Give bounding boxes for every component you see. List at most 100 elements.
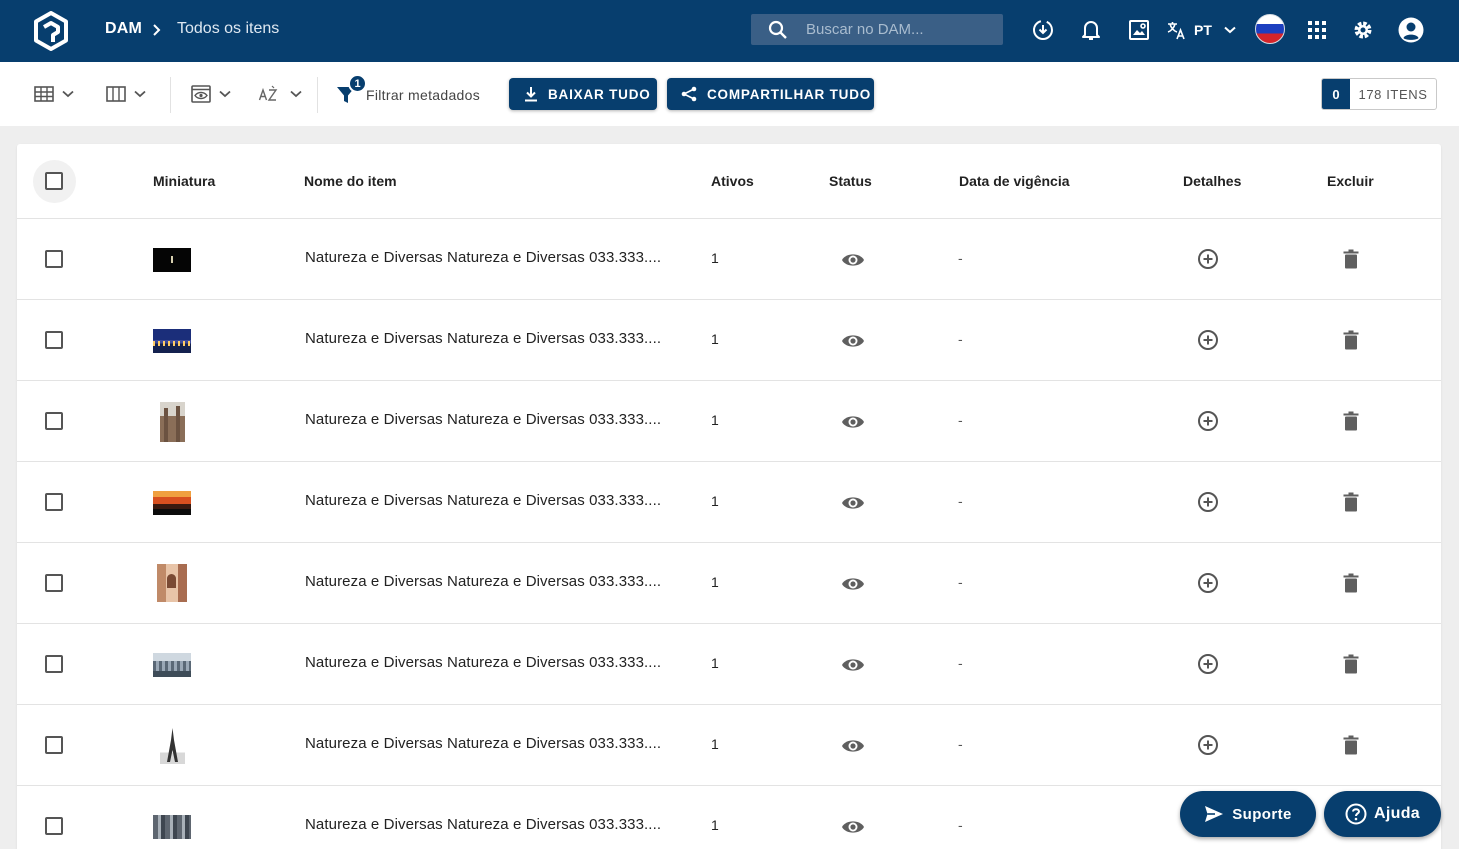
search-icon — [768, 20, 787, 39]
table-row[interactable]: Natureza e Diversas Natureza e Diversas … — [17, 381, 1441, 462]
settings-button[interactable] — [1350, 17, 1376, 43]
item-name[interactable]: Natureza e Diversas Natureza e Diversas … — [305, 330, 661, 347]
eye-icon[interactable] — [841, 653, 865, 677]
filter-label: Filtrar metadados — [366, 87, 481, 103]
item-thumbnail[interactable] — [157, 564, 187, 602]
eye-icon[interactable] — [841, 734, 865, 758]
view-mode-select[interactable] — [34, 83, 74, 105]
trash-icon[interactable] — [1340, 491, 1362, 513]
item-thumbnail[interactable] — [153, 491, 191, 515]
eye-icon[interactable] — [841, 329, 865, 353]
columns-icon — [106, 86, 126, 102]
breadcrumb-root[interactable]: DAM — [105, 20, 142, 38]
sort-select[interactable] — [258, 83, 302, 105]
total-items: 178 ITENS — [1358, 86, 1428, 102]
item-thumbnail[interactable] — [153, 653, 191, 677]
eye-icon[interactable] — [841, 248, 865, 272]
eye-icon[interactable] — [841, 815, 865, 839]
trash-icon[interactable] — [1340, 734, 1362, 756]
image-search-button[interactable] — [1126, 17, 1152, 43]
details-plus-icon[interactable] — [1197, 572, 1219, 594]
logo-icon[interactable] — [33, 11, 69, 51]
item-name[interactable]: Natureza e Diversas Natureza e Diversas … — [305, 816, 661, 833]
trash-icon[interactable] — [1340, 653, 1362, 675]
row-checkbox[interactable] — [45, 817, 63, 835]
item-name[interactable]: Natureza e Diversas Natureza e Diversas … — [305, 654, 661, 671]
help-icon — [1345, 803, 1367, 825]
toolbar-divider — [317, 77, 318, 113]
app-bar: DAM Todos os itens PT — [0, 0, 1459, 62]
language-selector[interactable]: PT — [1166, 18, 1236, 42]
sort-az-icon — [258, 85, 278, 101]
item-thumbnail[interactable] — [153, 248, 191, 272]
details-plus-icon[interactable] — [1197, 248, 1219, 270]
download-all-button[interactable]: BAIXAR TUDO — [509, 78, 657, 110]
item-thumbnail[interactable] — [153, 329, 191, 353]
trash-icon[interactable] — [1340, 572, 1362, 594]
search-input[interactable] — [806, 14, 996, 45]
chevron-down-icon — [219, 90, 231, 98]
eye-icon[interactable] — [841, 491, 865, 515]
details-plus-icon[interactable] — [1197, 734, 1219, 756]
help-button[interactable]: Ajuda — [1324, 791, 1441, 837]
row-checkbox[interactable] — [45, 250, 63, 268]
item-assets-count: 1 — [711, 574, 719, 590]
support-button[interactable]: Suporte — [1180, 791, 1316, 837]
row-checkbox[interactable] — [45, 493, 63, 511]
item-name[interactable]: Natureza e Diversas Natureza e Diversas … — [305, 411, 661, 428]
table-row[interactable]: Natureza e Diversas Natureza e Diversas … — [17, 624, 1441, 705]
column-name[interactable]: Nome do item — [304, 173, 397, 189]
item-thumbnail[interactable] — [153, 815, 191, 839]
table-row[interactable]: Natureza e Diversas Natureza e Diversas … — [17, 705, 1441, 786]
visibility-select[interactable] — [191, 83, 231, 105]
column-thumbnail: Miniatura — [153, 173, 216, 189]
item-name[interactable]: Natureza e Diversas Natureza e Diversas … — [305, 249, 661, 266]
item-thumbnail[interactable] — [160, 402, 185, 442]
eye-icon[interactable] — [841, 410, 865, 434]
notifications-button[interactable] — [1078, 17, 1104, 43]
trash-icon[interactable] — [1340, 329, 1362, 351]
table-row[interactable]: Natureza e Diversas Natureza e Diversas … — [17, 300, 1441, 381]
column-status[interactable]: Status — [829, 173, 872, 189]
row-checkbox[interactable] — [45, 331, 63, 349]
download-all-label: BAIXAR TUDO — [548, 86, 651, 102]
item-name[interactable]: Natureza e Diversas Natureza e Diversas … — [305, 492, 661, 509]
gear-icon — [1354, 21, 1372, 39]
table-row[interactable]: Natureza e Diversas Natureza e Diversas … — [17, 462, 1441, 543]
details-plus-icon[interactable] — [1197, 410, 1219, 432]
apps-button[interactable] — [1304, 17, 1330, 43]
table-view-icon — [34, 86, 54, 102]
details-plus-icon[interactable] — [1197, 653, 1219, 675]
table-row[interactable]: Natureza e Diversas Natureza e Diversas … — [17, 219, 1441, 300]
item-assets-count: 1 — [711, 493, 719, 509]
column-validity[interactable]: Data de vigência — [959, 173, 1070, 189]
row-checkbox[interactable] — [45, 412, 63, 430]
select-all-checkbox[interactable] — [33, 160, 76, 203]
checkbox[interactable] — [45, 172, 63, 190]
row-checkbox[interactable] — [45, 574, 63, 592]
item-name[interactable]: Natureza e Diversas Natureza e Diversas … — [305, 573, 661, 590]
search-box[interactable] — [751, 14, 1003, 45]
apps-grid-icon — [1308, 21, 1326, 39]
eye-icon[interactable] — [841, 572, 865, 596]
details-plus-icon[interactable] — [1197, 329, 1219, 351]
details-plus-icon[interactable] — [1197, 491, 1219, 513]
share-all-button[interactable]: COMPARTILHAR TUDO — [667, 78, 874, 110]
column-assets[interactable]: Ativos — [711, 173, 754, 189]
trash-icon[interactable] — [1340, 410, 1362, 432]
download-center-icon — [1033, 20, 1053, 40]
download-center-button[interactable] — [1030, 17, 1056, 43]
row-checkbox[interactable] — [45, 655, 63, 673]
account-button[interactable] — [1398, 17, 1424, 43]
item-thumbnail[interactable] — [160, 726, 185, 764]
row-checkbox[interactable] — [45, 736, 63, 754]
image-search-icon — [1129, 20, 1149, 40]
trash-icon[interactable] — [1340, 248, 1362, 270]
help-label: Ajuda — [1374, 805, 1420, 822]
item-assets-count: 1 — [711, 736, 719, 752]
columns-select[interactable] — [106, 83, 146, 105]
item-validity-date: - — [958, 412, 963, 428]
table-row[interactable]: Natureza e Diversas Natureza e Diversas … — [17, 543, 1441, 624]
item-name[interactable]: Natureza e Diversas Natureza e Diversas … — [305, 735, 661, 752]
flag-icon[interactable] — [1255, 14, 1285, 44]
